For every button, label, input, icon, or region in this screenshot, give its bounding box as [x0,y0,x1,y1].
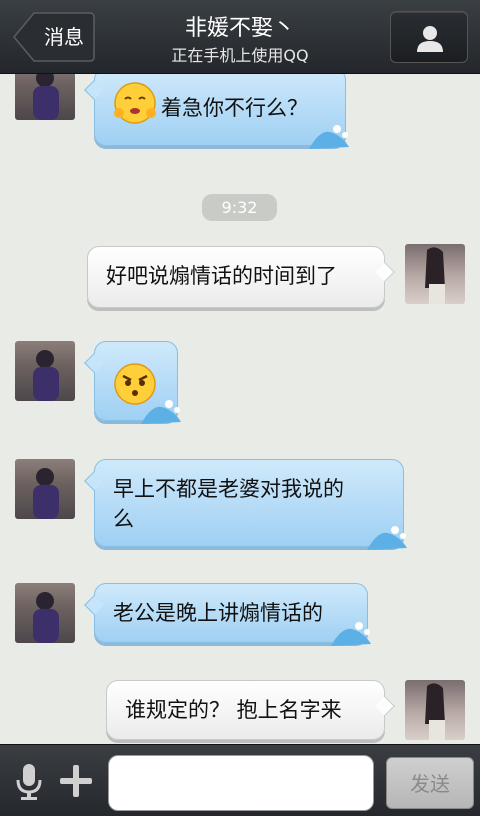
wave-icon [331,622,371,646]
avatar-figure [33,592,59,643]
message-text: 好吧说煽情话的时间到了 [106,264,337,288]
message-text: 老公是晚上讲煽情话的 [113,601,323,625]
wave-icon [309,125,349,149]
contact-avatar[interactable] [15,583,75,643]
send-button[interactable]: 发送 [386,757,474,809]
message-bubble[interactable]: 谁规定的？ 抱上名字来 [106,680,395,740]
my-avatar[interactable] [405,244,465,304]
message-bubble[interactable]: 老公是晚上讲煽情话的 [84,583,371,646]
profile-button[interactable] [390,11,468,63]
message-bubble[interactable]: 着急你不行么？ [84,74,349,149]
avatar-figure [425,683,445,740]
chat-header: 消息 非媛不娶丶 正在手机上使用QQ [0,0,480,74]
contact-status: 正在手机上使用QQ [171,46,309,65]
message-text: 早上不都是老婆对我说的 么 [113,477,344,531]
my-avatar[interactable] [405,680,465,740]
message-bubble[interactable]: 早上不都是老婆对我说的 么 [84,459,407,550]
contact-name: 非媛不娶丶 [184,16,295,41]
wave-icon [367,526,407,550]
avatar-figure [425,247,445,304]
time-divider: 9:32 [202,194,277,221]
input-bar: 发送 [0,744,480,816]
microphone-icon[interactable] [14,762,44,802]
contact-avatar[interactable] [15,341,75,401]
avatar-figure [33,74,59,120]
contact-avatar[interactable] [15,74,75,120]
back-button[interactable]: 消息 [12,11,96,63]
message-text: 谁规定的？ 抱上名字来 [125,698,342,722]
message-bubble[interactable] [84,341,181,424]
avatar-figure [33,468,59,519]
message-input[interactable] [108,755,374,811]
message-text: 着急你不行么？ [161,96,308,120]
wave-icon [141,400,181,424]
anxious-emoji-icon [114,82,156,124]
plus-icon[interactable] [58,763,94,799]
profile-icon [417,26,443,52]
avatar-figure [33,350,59,401]
back-button-label: 消息 [44,25,84,49]
message-bubble[interactable]: 好吧说煽情话的时间到了 [87,246,395,308]
chat-area[interactable]: 着急你不行么？ 9:32 好吧说煽情话的时间到了 早上不都是老婆对我说的 么 老… [0,74,480,744]
contact-avatar[interactable] [15,459,75,519]
